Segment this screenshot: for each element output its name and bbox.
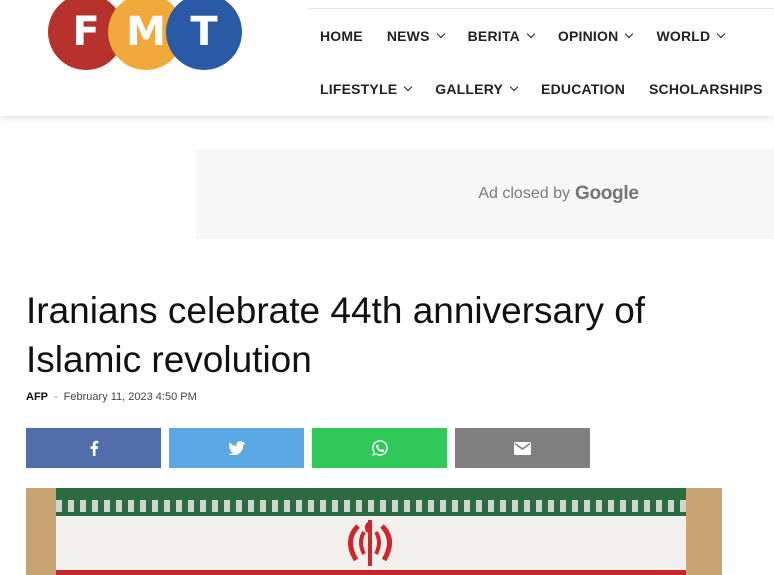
nav-item-scholarships[interactable]: SCHOLARSHIPS — [637, 81, 774, 97]
photo-banner-pattern — [56, 500, 686, 512]
ad-closed-banner: Ad closed by Google — [196, 149, 774, 239]
nav-item-home[interactable]: HOME — [308, 28, 375, 44]
chevron-down-icon — [436, 29, 445, 39]
photo-wall-right — [686, 488, 722, 575]
share-facebook-button[interactable] — [26, 428, 161, 468]
site-header: F M T HOME NEWS BERITA OPINION WORLD LIF… — [0, 0, 774, 116]
nav-item-gallery[interactable]: GALLERY — [423, 81, 529, 97]
nav-item-lifestyle[interactable]: LIFESTYLE — [308, 81, 423, 97]
google-wordmark: Google — [574, 183, 639, 204]
share-bar — [26, 428, 590, 468]
share-twitter-button[interactable] — [169, 428, 304, 468]
article-title: Iranians celebrate 44th anniversary of I… — [26, 290, 646, 380]
photo-red-band — [56, 570, 686, 575]
chevron-down-icon — [526, 29, 536, 39]
article-date: February 11, 2023 4:50 PM — [63, 391, 197, 403]
twitter-icon — [228, 441, 245, 455]
chevron-down-icon — [509, 82, 519, 92]
ad-closed-text: Ad closed by — [478, 185, 570, 202]
iran-emblem-icon — [348, 520, 392, 566]
meta-separator: - — [54, 391, 58, 403]
email-icon — [514, 441, 531, 455]
article-author[interactable]: AFP — [26, 391, 48, 403]
fmt-logo[interactable]: F M T — [46, 0, 246, 74]
nav-item-opinion[interactable]: OPINION — [546, 28, 645, 44]
nav-item-berita[interactable]: BERITA — [456, 28, 546, 44]
main-nav: HOME NEWS BERITA OPINION WORLD LIFESTYLE… — [308, 16, 774, 109]
nav-row-1: HOME NEWS BERITA OPINION WORLD — [308, 16, 774, 56]
nav-row-2: LIFESTYLE GALLERY EDUCATION SCHOLARSHIPS — [308, 69, 774, 109]
nav-item-education[interactable]: EDUCATION — [529, 81, 637, 97]
share-email-button[interactable] — [455, 428, 590, 468]
photo-wall-left — [26, 488, 56, 575]
chevron-down-icon — [404, 82, 413, 92]
logo-letter-t: T — [166, 0, 242, 70]
share-whatsapp-button[interactable] — [312, 428, 447, 468]
article-photo — [26, 488, 722, 575]
nav-item-world[interactable]: WORLD — [644, 28, 736, 44]
nav-divider — [308, 8, 774, 9]
nav-item-news[interactable]: NEWS — [375, 28, 456, 44]
article-meta: AFP - February 11, 2023 4:50 PM — [26, 391, 197, 403]
whatsapp-icon — [371, 440, 388, 456]
chevron-down-icon — [717, 29, 726, 39]
chevron-down-icon — [625, 29, 634, 39]
facebook-icon — [90, 440, 98, 456]
